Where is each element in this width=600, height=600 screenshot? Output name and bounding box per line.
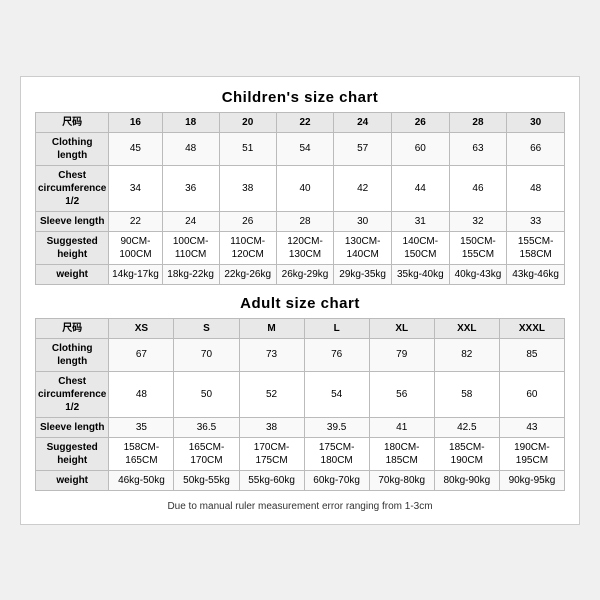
children-header-row: 尺码1618202224262830 (36, 112, 565, 132)
table-row: Suggested height90CM-100CM100CM-110CM110… (36, 231, 565, 264)
children-size-table: 尺码1618202224262830 Clothing length454851… (35, 112, 565, 285)
adult-chart-title: Adult size chart (35, 295, 565, 312)
table-row: Chest circumference 1/23436384042444648 (36, 165, 565, 211)
table-row: Clothing length67707376798285 (36, 338, 565, 371)
adult-header-row: 尺码XSSMLXLXXLXXXL (36, 318, 565, 338)
adult-size-table: 尺码XSSMLXLXXLXXXL Clothing length67707376… (35, 318, 565, 491)
footer-note: Due to manual ruler measurement error ra… (35, 501, 565, 512)
table-row: weight14kg-17kg18kg-22kg22kg-26kg26kg-29… (36, 264, 565, 284)
table-row: Clothing length4548515457606366 (36, 132, 565, 165)
table-row: Sleeve length3536.53839.54142.543 (36, 417, 565, 437)
size-chart-container: Children's size chart 尺码1618202224262830… (20, 76, 580, 525)
table-row: weight46kg-50kg50kg-55kg55kg-60kg60kg-70… (36, 470, 565, 490)
table-row: Sleeve length2224262830313233 (36, 211, 565, 231)
table-row: Suggested height158CM-165CM165CM-170CM17… (36, 437, 565, 470)
children-chart-title: Children's size chart (35, 89, 565, 106)
table-row: Chest circumference 1/248505254565860 (36, 371, 565, 417)
